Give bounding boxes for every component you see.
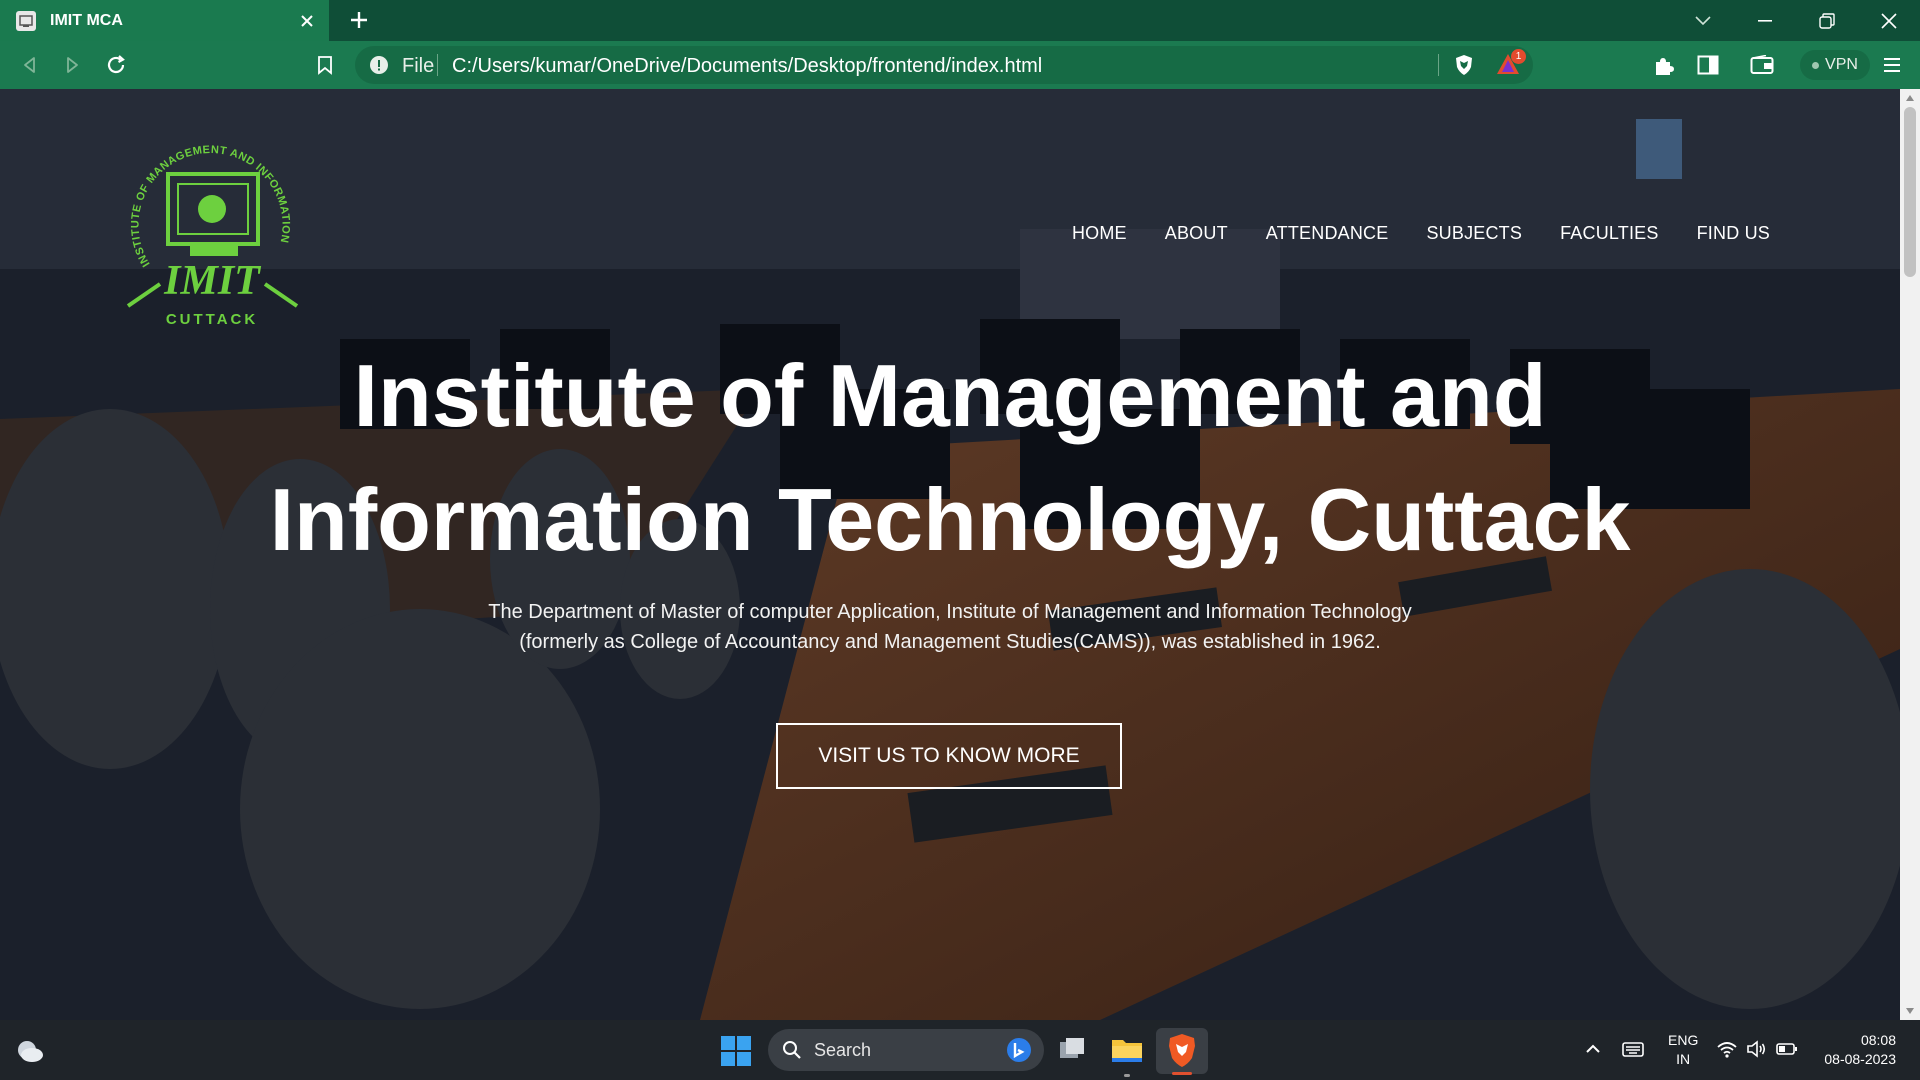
tab-title: IMIT MCA (50, 11, 123, 29)
browser-toolbar: File C:/Users/kumar/OneDrive/Documents/D… (0, 41, 1920, 89)
extensions-icon[interactable] (1652, 53, 1676, 77)
hero-title-line2: Information Technology, Cuttack (269, 470, 1631, 569)
taskbar-search[interactable]: Search (768, 1029, 1044, 1071)
nav-about[interactable]: ABOUT (1165, 223, 1228, 244)
battery-icon[interactable] (1776, 1038, 1798, 1060)
new-tab-button[interactable] (347, 8, 371, 32)
scheme-label: File (402, 55, 435, 77)
omnibox-divider (437, 54, 438, 76)
hero-subtitle-line2: (formerly as College of Accountancy and … (519, 631, 1381, 653)
reload-button[interactable] (104, 53, 128, 77)
system-clock[interactable]: 08:08 08-08-2023 (1810, 1031, 1896, 1069)
sidebar-toggle-icon[interactable] (1696, 53, 1720, 77)
language-code: ENG (1668, 1032, 1699, 1048)
page-viewport: INSTITUTE OF MANAGEMENT AND INFORMATION … (0, 89, 1900, 1020)
tab-search-chevron-icon[interactable] (1672, 0, 1734, 41)
omnibox-divider (1438, 54, 1439, 76)
hero-title-line1: Institute of Management and (353, 346, 1547, 445)
close-tab-icon[interactable] (297, 11, 317, 31)
logo-mid-text: IMIT (163, 258, 262, 304)
active-app-indicator (1172, 1072, 1192, 1075)
back-button[interactable] (18, 53, 42, 77)
visit-us-button[interactable]: VISIT US TO KNOW MORE (776, 723, 1122, 789)
search-label: Search (814, 1040, 872, 1060)
url-text[interactable]: C:/Users/kumar/OneDrive/Documents/Deskto… (452, 55, 1042, 78)
hero-subtitle: The Department of Master of computer App… (0, 597, 1900, 657)
restore-button[interactable] (1796, 0, 1858, 41)
file-explorer-icon[interactable] (1109, 1032, 1145, 1068)
clock-time: 08:08 (1860, 1032, 1896, 1048)
close-window-button[interactable] (1858, 0, 1920, 41)
weather-icon[interactable] (12, 1033, 46, 1067)
task-view-icon[interactable] (1054, 1032, 1090, 1068)
site-nav: HOME ABOUT ATTENDANCE SUBJECTS FACULTIES… (1072, 223, 1770, 244)
address-bar[interactable]: File C:/Users/kumar/OneDrive/Documents/D… (355, 46, 1533, 84)
page-scrollbar[interactable] (1900, 89, 1920, 1020)
window-controls (1672, 0, 1920, 41)
nav-attendance[interactable]: ATTENDANCE (1266, 223, 1389, 244)
nav-faculties[interactable]: FACULTIES (1560, 223, 1659, 244)
imit-logo[interactable]: INSTITUTE OF MANAGEMENT AND INFORMATION … (120, 134, 305, 334)
scroll-up-arrow-icon[interactable] (1905, 93, 1915, 103)
wifi-icon[interactable] (1716, 1038, 1738, 1060)
input-language-indicator[interactable]: ENG IN (1668, 1031, 1698, 1069)
scroll-down-arrow-icon[interactable] (1905, 1006, 1915, 1016)
touch-keyboard-icon[interactable] (1622, 1038, 1644, 1060)
vpn-status-dot (1812, 61, 1820, 69)
nav-subjects[interactable]: SUBJECTS (1426, 223, 1522, 244)
minimize-button[interactable] (1734, 0, 1796, 41)
vpn-button[interactable]: VPN (1800, 50, 1870, 80)
hero-subtitle-line1: The Department of Master of computer App… (488, 601, 1412, 623)
vpn-label: VPN (1825, 56, 1858, 73)
brave-browser-icon[interactable] (1164, 1032, 1200, 1068)
clock-date: 08-08-2023 (1824, 1051, 1896, 1067)
site-favicon-icon (16, 10, 36, 31)
nav-find-us[interactable]: FIND US (1697, 223, 1770, 244)
tab-strip: IMIT MCA (0, 0, 1920, 41)
volume-icon[interactable] (1746, 1038, 1768, 1060)
nav-home[interactable]: HOME (1072, 223, 1127, 244)
start-windows-icon[interactable] (720, 1035, 752, 1067)
forward-button[interactable] (60, 53, 84, 77)
browser-tab[interactable]: IMIT MCA (0, 0, 329, 41)
running-indicator (1124, 1074, 1130, 1077)
wallet-icon[interactable] (1750, 53, 1774, 77)
bookmark-icon[interactable] (313, 53, 337, 77)
show-hidden-icons-chevron-icon[interactable] (1582, 1038, 1604, 1060)
rewards-badge: 1 (1511, 49, 1526, 64)
site-info-icon[interactable] (369, 55, 389, 75)
logo-bottom-text: CUTTACK (166, 311, 258, 328)
hero-title: Institute of Management and Information … (0, 334, 1900, 582)
windows-taskbar: Search ENG IN 08:08 08-08-2023 (0, 1020, 1920, 1080)
brave-shields-icon[interactable] (1453, 54, 1475, 76)
bing-icon[interactable] (1006, 1037, 1032, 1063)
search-icon (782, 1040, 802, 1060)
scrollbar-thumb[interactable] (1904, 107, 1916, 277)
region-code: IN (1676, 1051, 1691, 1067)
menu-icon[interactable] (1880, 53, 1904, 77)
